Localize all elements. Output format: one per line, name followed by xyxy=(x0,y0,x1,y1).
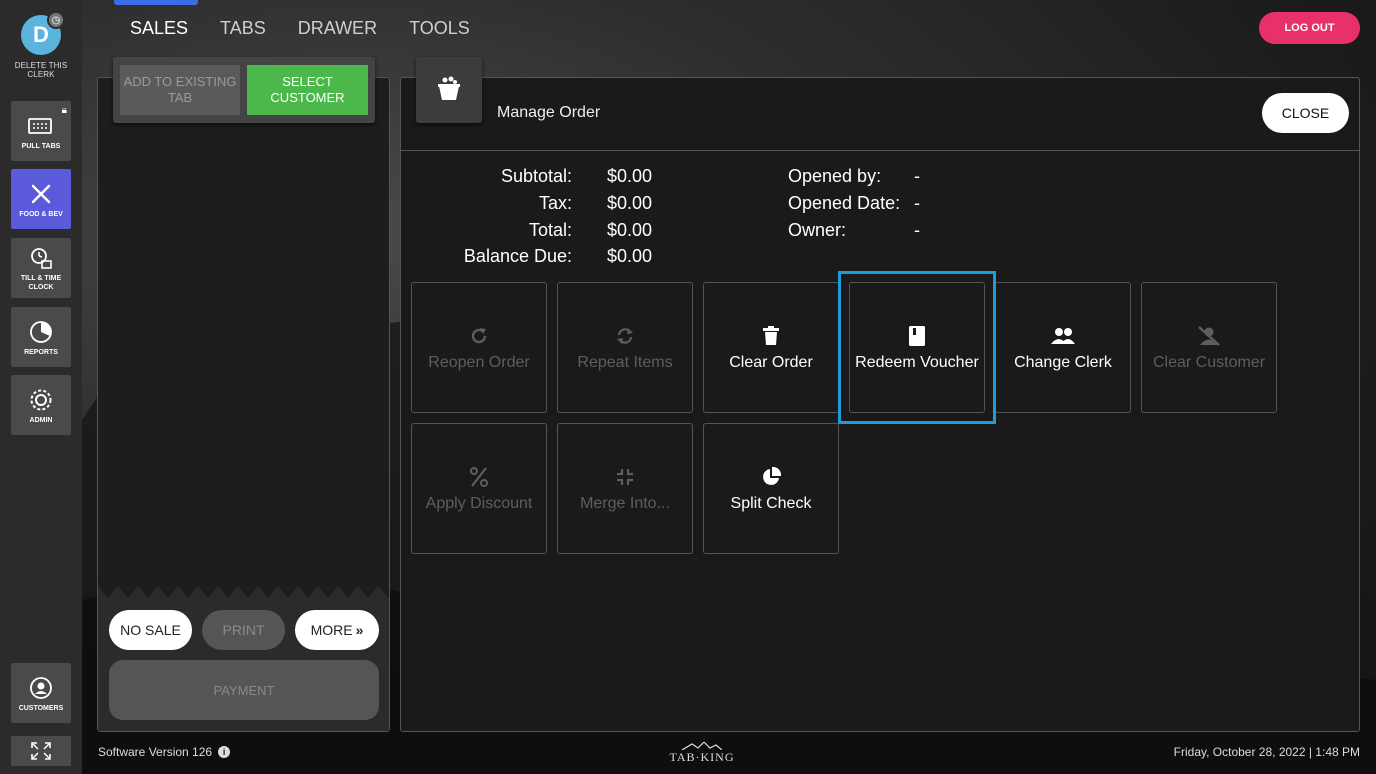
tab-sales[interactable]: SALES xyxy=(114,18,204,38)
repeat-items-button[interactable]: Repeat Items xyxy=(557,282,693,413)
trash-icon xyxy=(762,324,780,348)
more-button[interactable]: MORE » xyxy=(295,610,379,650)
rail-food-bev[interactable]: FOOD & BEV xyxy=(11,169,71,229)
more-label: MORE xyxy=(310,622,353,638)
balance-due-value: $0.00 xyxy=(607,246,653,266)
basket-icon xyxy=(416,57,482,123)
tabking-logo: TAB·KING xyxy=(667,742,737,766)
merge-into-label: Merge Into... xyxy=(580,494,670,512)
info-icon[interactable]: i xyxy=(218,746,231,758)
logout-button[interactable]: LOG OUT xyxy=(1259,12,1360,44)
owner-label: Owner: xyxy=(788,220,847,240)
select-customer-button[interactable]: SELECT CUSTOMER xyxy=(247,65,368,115)
close-button[interactable]: CLOSE xyxy=(1262,93,1349,133)
rail-pull-tabs-label: PULL TABS xyxy=(21,142,61,150)
clear-customer-label: Clear Customer xyxy=(1152,353,1266,371)
change-clerk-button[interactable]: Change Clerk xyxy=(995,282,1131,413)
lock-icon: 🔒︎ xyxy=(61,105,67,116)
fork-knife-icon xyxy=(29,180,53,208)
no-sale-button[interactable]: NO SALE xyxy=(109,610,192,650)
print-button[interactable]: PRINT xyxy=(202,610,285,650)
tab-drawer[interactable]: DRAWER xyxy=(282,18,393,38)
opened-by-value: - xyxy=(914,166,920,186)
clear-order-label: Clear Order xyxy=(729,353,813,371)
payment-button[interactable]: PAYMENT xyxy=(109,660,379,720)
book-icon xyxy=(909,324,925,348)
rail-reports[interactable]: REPORTS xyxy=(11,307,71,367)
clerk-initial: D xyxy=(33,22,49,47)
manage-order-title: Manage Order xyxy=(497,104,601,121)
clear-order-button[interactable]: Clear Order xyxy=(703,282,839,413)
software-version-text: Software Version 126 xyxy=(98,745,213,759)
tax-label: Tax: xyxy=(538,193,572,213)
pie-icon xyxy=(761,465,781,489)
user-slash-icon xyxy=(1197,324,1221,348)
delete-clerk-link[interactable]: DELETE THIS CLERK xyxy=(0,61,82,79)
software-version: Software Version 126 i xyxy=(98,745,231,759)
customers-icon xyxy=(29,674,53,702)
gear-icon xyxy=(29,386,53,414)
active-tab-indicator xyxy=(114,0,198,5)
redeem-voucher-label: Redeem Voucher xyxy=(855,353,979,371)
pull-tabs-icon xyxy=(28,112,54,140)
tax-value: $0.00 xyxy=(607,193,653,213)
compress-icon xyxy=(616,465,634,489)
subtotal-value: $0.00 xyxy=(607,166,653,186)
sync-icon xyxy=(615,324,635,348)
logo-crown-icon xyxy=(682,742,722,750)
opened-date-value: - xyxy=(914,193,920,213)
left-rail: D ◷ DELETE THIS CLERK 🔒︎ PULL TABS FOOD … xyxy=(0,0,82,774)
rail-till-label: TILL & TIME CLOCK xyxy=(20,275,62,291)
total-value: $0.00 xyxy=(607,220,653,240)
merge-into-button[interactable]: Merge Into... xyxy=(557,423,693,554)
repeat-items-label: Repeat Items xyxy=(577,353,673,371)
redo-icon xyxy=(469,324,489,348)
clock-badge-icon: ◷ xyxy=(47,11,65,29)
rail-pull-tabs[interactable]: 🔒︎ PULL TABS xyxy=(11,101,71,161)
date-time: Friday, October 28, 2022 | 1:48 PM xyxy=(1173,745,1360,759)
opened-date-label: Opened Date: xyxy=(788,193,901,213)
subtotal-label: Subtotal: xyxy=(500,166,572,186)
rail-till-time-clock[interactable]: TILL & TIME CLOCK xyxy=(11,238,71,298)
total-label: Total: xyxy=(528,220,572,240)
top-nav: SALES TABS DRAWER TOOLS xyxy=(114,18,486,38)
rail-customers[interactable]: CUSTOMERS xyxy=(11,663,71,723)
tab-tools[interactable]: TOOLS xyxy=(393,18,486,38)
ticket-tear-edge xyxy=(98,586,389,600)
rail-food-bev-label: FOOD & BEV xyxy=(19,210,63,218)
users-icon xyxy=(1051,324,1075,348)
add-to-existing-tab-button[interactable]: ADD TO EXISTING TAB xyxy=(120,65,240,115)
redeem-voucher-button[interactable]: Redeem Voucher xyxy=(849,282,985,413)
change-clerk-label: Change Clerk xyxy=(1014,353,1112,371)
balance-due-label: Balance Due: xyxy=(463,246,572,266)
owner-value: - xyxy=(914,220,920,240)
expand-icon xyxy=(31,742,51,760)
reopen-order-label: Reopen Order xyxy=(428,353,530,371)
tab-tabs[interactable]: TABS xyxy=(204,18,282,38)
rail-reports-label: REPORTS xyxy=(24,348,58,356)
reopen-order-button[interactable]: Reopen Order xyxy=(411,282,547,413)
pie-chart-icon xyxy=(29,318,53,346)
rail-admin[interactable]: ADMIN xyxy=(11,375,71,435)
manage-divider xyxy=(401,150,1359,151)
logo-wordmark: TAB·KING xyxy=(669,750,735,764)
split-check-label: Split Check xyxy=(730,494,812,512)
rail-admin-label: ADMIN xyxy=(29,416,53,424)
clear-customer-button[interactable]: Clear Customer xyxy=(1141,282,1277,413)
double-chevron-right-icon: » xyxy=(355,622,364,638)
split-check-button[interactable]: Split Check xyxy=(703,423,839,554)
till-clock-icon xyxy=(29,244,53,272)
apply-discount-label: Apply Discount xyxy=(425,494,533,512)
fullscreen-button[interactable] xyxy=(11,736,71,766)
rail-customers-label: CUSTOMERS xyxy=(18,704,64,712)
apply-discount-button[interactable]: Apply Discount xyxy=(411,423,547,554)
opened-by-label: Opened by: xyxy=(788,166,882,186)
percent-icon xyxy=(470,465,488,489)
